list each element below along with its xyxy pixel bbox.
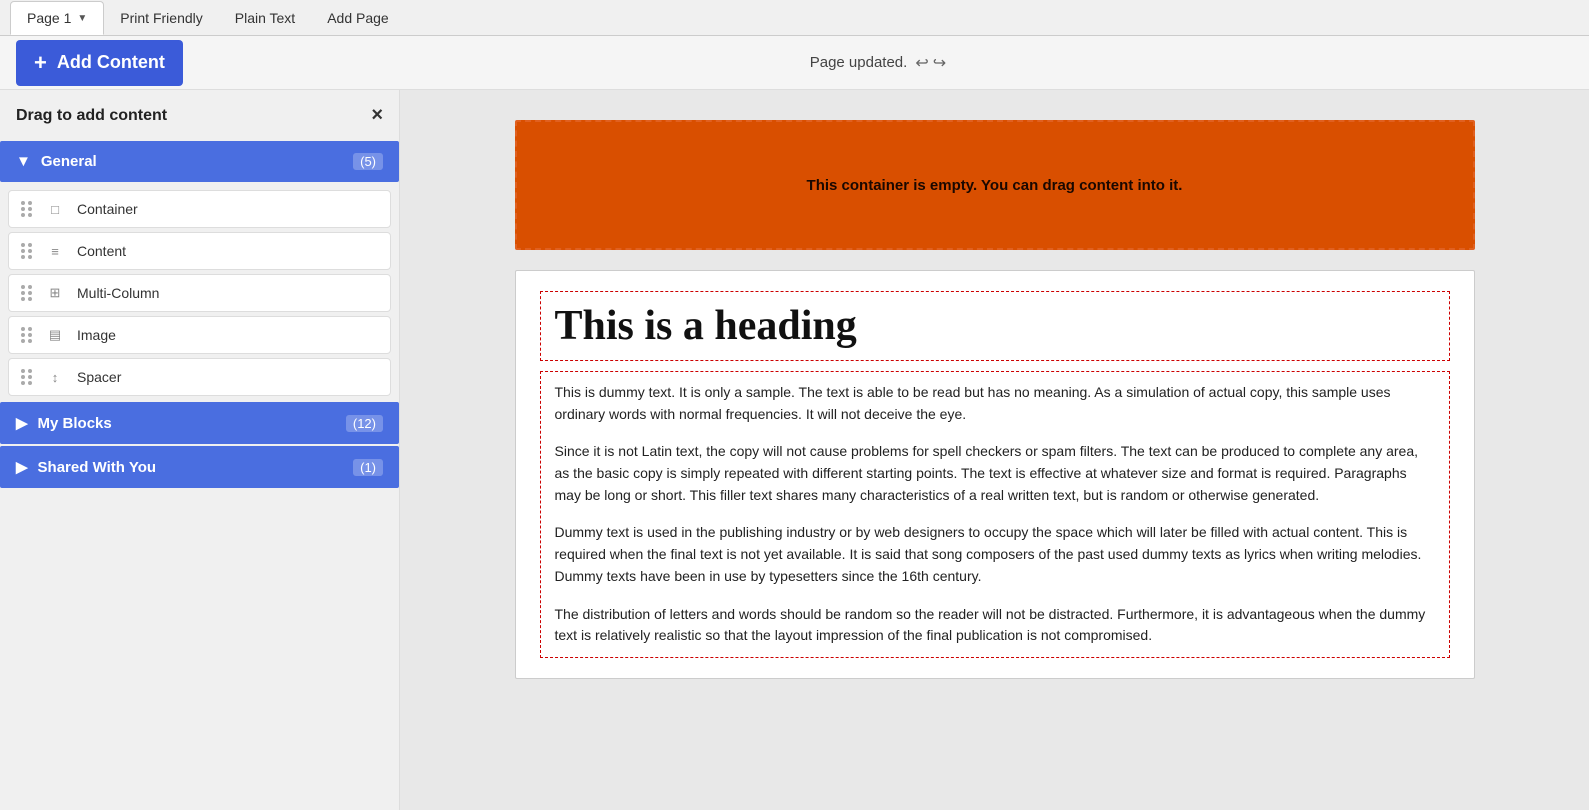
sidebar-close-button[interactable]: × [371,104,383,127]
add-content-button[interactable]: + Add Content [16,40,183,86]
sidebar-title: Drag to add content [16,107,167,125]
sidebar-item-container[interactable]: □ Container [8,190,391,228]
toolbar-center: Page updated. ↩ ↪ [183,53,1573,73]
general-badge: (5) [353,153,383,170]
shared-with-you-arrow-icon: ▶ [16,458,28,476]
container-icon: □ [45,201,65,217]
drag-handle-multi-column [21,285,33,301]
general-arrow-icon: ▼ [16,153,31,170]
tab-print-friendly[interactable]: Print Friendly [104,2,218,34]
sidebar-item-multi-column[interactable]: ⊞ Multi-Column [8,274,391,312]
my-blocks-badge: (12) [346,415,383,432]
container-label: Container [77,201,138,217]
undo-button[interactable]: ↩ [915,53,928,73]
paragraph-4: The distribution of letters and words sh… [555,604,1435,647]
tab-plain-text[interactable]: Plain Text [219,2,311,34]
sidebar-item-spacer[interactable]: ↕ Spacer [8,358,391,396]
content-icon: ≡ [45,243,65,259]
tab-page1[interactable]: Page 1 ▼ [10,1,104,35]
paragraph-1: This is dummy text. It is only a sample.… [555,382,1435,425]
heading-box[interactable]: This is a heading [540,291,1450,361]
redo-button[interactable]: ↪ [933,53,946,73]
drag-handle-container [21,201,33,217]
toolbar: + Add Content Page updated. ↩ ↪ [0,36,1589,90]
my-blocks-label: My Blocks [38,415,112,432]
drag-handle-content [21,243,33,259]
spacer-icon: ↕ [45,369,65,385]
sidebar: Drag to add content × ▼ General (5) □ Co… [0,90,400,810]
section-my-blocks-left: ▶ My Blocks [16,414,112,432]
tab-add-page-label: Add Page [327,10,389,26]
tab-dropdown-icon[interactable]: ▼ [77,13,87,24]
orange-container-block[interactable]: This container is empty. You can drag co… [515,120,1475,250]
general-items: □ Container ≡ Content ⊞ Multi-Column [0,184,399,402]
section-general-header[interactable]: ▼ General (5) [0,141,399,182]
my-blocks-arrow-icon: ▶ [16,414,28,432]
tab-plain-text-label: Plain Text [235,10,295,26]
multi-column-icon: ⊞ [45,285,65,301]
general-label: General [41,153,97,170]
undo-redo-group: ↩ ↪ [915,53,946,73]
section-my-blocks-header[interactable]: ▶ My Blocks (12) [0,402,399,444]
main-layout: Drag to add content × ▼ General (5) □ Co… [0,90,1589,810]
text-box[interactable]: This is dummy text. It is only a sample.… [540,371,1450,658]
image-label: Image [77,327,116,343]
content-block: This is a heading This is dummy text. It… [515,270,1475,679]
shared-with-you-badge: (1) [353,459,383,476]
spacer-label: Spacer [77,369,121,385]
content-label: Content [77,243,126,259]
paragraph-2: Since it is not Latin text, the copy wil… [555,441,1435,506]
sidebar-item-content[interactable]: ≡ Content [8,232,391,270]
empty-container-text: This container is empty. You can drag co… [807,177,1183,194]
tab-print-friendly-label: Print Friendly [120,10,202,26]
content-heading: This is a heading [555,303,857,349]
sidebar-item-image[interactable]: ▤ Image [8,316,391,354]
tab-page1-label: Page 1 [27,10,71,26]
image-icon: ▤ [45,327,65,343]
tab-bar: Page 1 ▼ Print Friendly Plain Text Add P… [0,0,1589,36]
shared-with-you-label: Shared With You [38,459,156,476]
drag-handle-image [21,327,33,343]
tab-add-page[interactable]: Add Page [311,2,405,34]
add-content-label: Add Content [57,52,165,73]
multi-column-label: Multi-Column [77,285,159,301]
drag-handle-spacer [21,369,33,385]
sidebar-header: Drag to add content × [0,90,399,141]
section-shared-with-you-header[interactable]: ▶ Shared With You (1) [0,446,399,488]
section-general-left: ▼ General [16,153,97,170]
section-shared-with-you-left: ▶ Shared With You [16,458,156,476]
paragraph-3: Dummy text is used in the publishing ind… [555,522,1435,587]
plus-icon: + [34,50,47,76]
page-updated-text: Page updated. [810,54,908,71]
content-area: This container is empty. You can drag co… [400,90,1589,810]
